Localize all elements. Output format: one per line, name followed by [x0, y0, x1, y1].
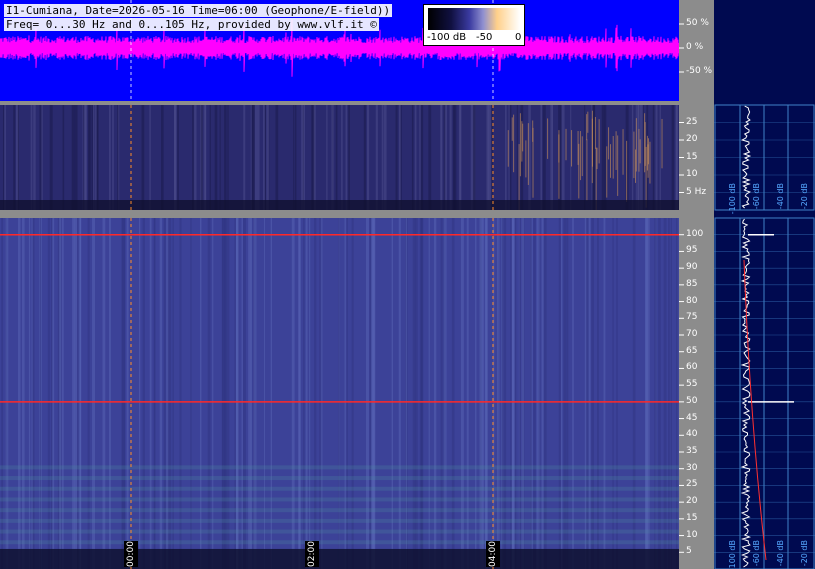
high-freq-tick: 5 — [686, 546, 692, 557]
waveform-y-tick: 0 % — [686, 42, 704, 52]
colorbar-gradient — [428, 8, 520, 30]
band-power-label-low: -60 dB — [752, 183, 761, 210]
high-freq-tick: 35 — [686, 446, 698, 456]
high-freq-tick: 90 — [686, 262, 698, 273]
spectrogram-high-plot — [0, 218, 679, 569]
band-power-label-high: -60 dB — [752, 540, 761, 567]
high-freq-tick: 85 — [686, 278, 698, 289]
high-freq-tick: 70 — [686, 329, 698, 339]
panel-separator — [0, 210, 679, 218]
low-freq-tick: 5 Hz — [686, 186, 707, 197]
band-power-label-high: -20 dB — [800, 540, 809, 567]
band-power-trace-high — [740, 218, 751, 568]
band-power-label-low: -100 dB — [728, 183, 737, 215]
band-power-label-high: -100 dB — [728, 540, 737, 569]
frequency-axis-column: 50 % 0 % -50 % 25 20 15 10 5 Hz 100 95 90 85 80 75 70 6… — [679, 0, 714, 569]
band-power-panel: -100 dB -100 dB -60 dB -60 dB -40 dB -40 dB -2… — [714, 0, 815, 569]
spectrogram-low-panel — [0, 105, 679, 210]
time-label: 02:00 — [305, 541, 319, 567]
band-power-label-high: -40 dB — [776, 540, 785, 567]
colorbar-label-mid: -50 — [476, 32, 493, 43]
high-freq-tick: 100 — [686, 228, 704, 239]
low-freq-tick: 15 — [686, 151, 698, 162]
waveform-y-tick: 50 % — [686, 18, 709, 28]
spectrogram-high-panel — [0, 218, 679, 569]
high-freq-tick: 40 — [686, 429, 698, 440]
colorbar-label-min: -100 dB — [427, 32, 467, 43]
high-freq-tick: 30 — [686, 462, 698, 473]
title-line-1: I1-Cumiana, Date=2026-05-16 Time=06:00 (… — [4, 4, 393, 17]
title-line-2: Freq= 0...30 Hz and 0...105 Hz, provided… — [4, 18, 379, 31]
band-power-plot — [714, 104, 815, 569]
time-label: 04:00 — [486, 541, 500, 567]
time-label: 00:00 — [124, 541, 138, 567]
high-freq-tick: 80 — [686, 295, 698, 306]
waveform-panel: I1-Cumiana, Date=2026-05-16 Time=06:00 (… — [0, 0, 679, 101]
low-freq-tick: 25 — [686, 116, 698, 127]
high-freq-tick: 20 — [686, 496, 698, 507]
low-freq-tick: 10 — [686, 169, 698, 179]
high-freq-tick: 65 — [686, 345, 698, 356]
high-freq-tick: 15 — [686, 512, 698, 523]
high-freq-tick: 25 — [686, 479, 698, 490]
high-freq-tick: 55 — [686, 379, 698, 390]
high-freq-tick: 60 — [686, 362, 698, 373]
high-freq-tick: 10 — [686, 529, 698, 540]
waveform-y-tick: -50 % — [686, 66, 713, 76]
colorbar-label-max: 0 — [515, 32, 522, 43]
high-freq-tick: 95 — [686, 245, 698, 256]
high-freq-tick: 50 — [686, 395, 698, 406]
band-power-label-low: -40 dB — [776, 183, 785, 210]
colorbar-legend: -100 dB -50 0 — [423, 4, 525, 46]
vlf-spectrogram-display: I1-Cumiana, Date=2026-05-16 Time=06:00 (… — [0, 0, 815, 569]
high-freq-tick: 75 — [686, 312, 698, 323]
high-freq-tick: 45 — [686, 412, 698, 423]
band-power-label-low: -20 dB — [800, 183, 809, 210]
low-freq-tick: 20 — [686, 134, 698, 144]
spectrogram-low-plot — [0, 105, 679, 210]
